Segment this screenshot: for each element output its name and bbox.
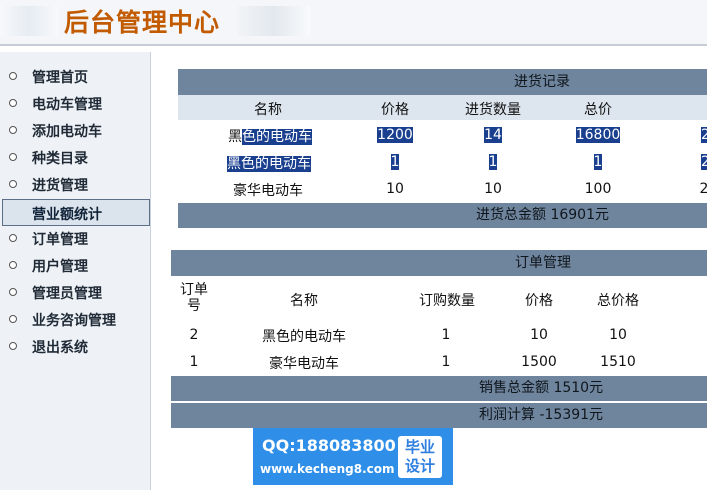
cell-name: 豪华电动车 bbox=[233, 183, 303, 199]
bullet-icon bbox=[9, 180, 17, 188]
cell-total: 1510 bbox=[600, 354, 636, 370]
sidebar-item-admins[interactable]: 管理员管理 bbox=[0, 279, 151, 306]
cell-total: 1 bbox=[593, 154, 603, 170]
sidebar-item-label: 添加电动车 bbox=[32, 124, 102, 140]
purchase-total-text: 进货总金额 16901元 bbox=[476, 207, 609, 223]
cell-order-id: 2 bbox=[189, 327, 199, 343]
bullet-icon bbox=[9, 72, 17, 80]
col-header-order-id: 订单号 bbox=[180, 282, 208, 314]
col-header-name: 名称 bbox=[254, 102, 282, 118]
page-title: 后台管理中心 bbox=[64, 8, 221, 37]
sales-total: 销售总金额 1510元 bbox=[171, 376, 707, 401]
cell-total: 16800 bbox=[575, 127, 621, 143]
sidebar-item-orders[interactable]: 订单管理 bbox=[0, 225, 151, 252]
sidebar-item-users[interactable]: 用户管理 bbox=[0, 252, 151, 279]
cell-price: 1 bbox=[390, 154, 400, 170]
sidebar-item-label: 种类目录 bbox=[32, 151, 88, 167]
sidebar-item-add-ev[interactable]: 添加电动车 bbox=[0, 117, 151, 144]
bullet-icon bbox=[9, 315, 17, 323]
sidebar-item-purchase[interactable]: 进货管理 bbox=[0, 171, 151, 198]
watermark-url: www.kecheng8.com bbox=[260, 462, 395, 476]
sidebar-item-label: 管理员管理 bbox=[32, 286, 102, 302]
bullet-icon bbox=[9, 153, 17, 161]
header-logo-area bbox=[0, 6, 58, 36]
col-header-price: 价格 bbox=[381, 102, 409, 118]
col-header-total: 总价 bbox=[584, 102, 612, 118]
cell-price: 10 bbox=[386, 181, 404, 197]
cell-qty: 14 bbox=[484, 127, 502, 143]
bullet-icon bbox=[9, 126, 17, 134]
col-header-qty: 订购数量 bbox=[419, 293, 475, 309]
cell-price: 1500 bbox=[521, 354, 557, 370]
watermark-badge-line1: 毕业 bbox=[404, 438, 435, 456]
col-header-total: 总价格 bbox=[597, 293, 639, 309]
cell-extra: 2 bbox=[701, 154, 707, 170]
col-header-price: 价格 bbox=[525, 293, 553, 309]
bullet-icon bbox=[9, 342, 17, 350]
app-header: 后台管理中心 bbox=[0, 0, 707, 46]
bullet-icon bbox=[9, 99, 17, 107]
table-row: 黑色的电动车 bbox=[228, 129, 312, 145]
sidebar-item-revenue-stats[interactable]: 营业额统计 bbox=[2, 199, 150, 226]
orders-title-text: 订单管理 bbox=[515, 255, 571, 271]
watermark-qq: QQ:188083800 bbox=[262, 436, 396, 455]
sidebar-item-categories[interactable]: 种类目录 bbox=[0, 144, 151, 171]
watermark-badge-line2: 设计 bbox=[404, 457, 435, 475]
sidebar-item-label: 管理首页 bbox=[32, 70, 88, 86]
sidebar-item-consulting[interactable]: 业务咨询管理 bbox=[0, 306, 151, 333]
sidebar-item-home[interactable]: 管理首页 bbox=[0, 63, 151, 90]
cell-qty: 10 bbox=[484, 181, 502, 197]
cell-qty: 1 bbox=[441, 327, 451, 343]
cell-name: 黑色的电动车 bbox=[262, 329, 346, 345]
sidebar-item-label: 订单管理 bbox=[32, 232, 88, 248]
sidebar-item-logout[interactable]: 退出系统 bbox=[0, 333, 151, 360]
cell-name: 豪华电动车 bbox=[269, 356, 339, 372]
col-header-qty: 进货数量 bbox=[465, 102, 521, 118]
orders-title: 订单管理 bbox=[171, 250, 707, 276]
bullet-icon bbox=[9, 288, 17, 296]
cell-price: 10 bbox=[530, 327, 548, 343]
purchase-title: 进货记录 bbox=[178, 69, 707, 95]
sidebar-item-label: 用户管理 bbox=[32, 259, 88, 275]
profit-total: 利润计算 -15391元 bbox=[171, 403, 707, 428]
cell-name-selected: 色的电动车 bbox=[242, 129, 312, 145]
sidebar-item-label: 进货管理 bbox=[32, 178, 88, 194]
cell-total: 100 bbox=[584, 181, 612, 197]
cell-extra: 2 bbox=[699, 181, 707, 197]
sidebar-item-label: 退出系统 bbox=[32, 340, 88, 356]
table-row: 黑色的电动车 bbox=[227, 156, 311, 172]
cell-qty: 1 bbox=[488, 154, 498, 170]
profit-total-text: 利润计算 -15391元 bbox=[479, 407, 604, 423]
sidebar-item-label: 电动车管理 bbox=[32, 97, 102, 113]
sidebar-item-label: 营业额统计 bbox=[32, 207, 102, 223]
watermark-banner: QQ:188083800 www.kecheng8.com 毕业 设计 bbox=[253, 428, 453, 485]
bullet-icon bbox=[9, 234, 17, 242]
cell-extra: 2 bbox=[701, 127, 707, 143]
watermark-badge: 毕业 设计 bbox=[398, 436, 442, 478]
sidebar: 管理首页 电动车管理 添加电动车 种类目录 进货管理 营业额统计 订单管理 用户… bbox=[0, 52, 151, 490]
purchase-title-text: 进货记录 bbox=[514, 74, 570, 90]
col-header-name: 名称 bbox=[290, 293, 318, 309]
sales-total-text: 销售总金额 1510元 bbox=[479, 380, 604, 396]
cell-price: 1200 bbox=[377, 127, 413, 143]
cell-total: 10 bbox=[609, 327, 627, 343]
sidebar-item-ev-manage[interactable]: 电动车管理 bbox=[0, 90, 151, 117]
bullet-icon bbox=[9, 261, 17, 269]
cell-qty: 1 bbox=[441, 354, 451, 370]
sidebar-item-label: 业务咨询管理 bbox=[32, 313, 116, 329]
cell-order-id: 1 bbox=[189, 354, 199, 370]
header-decoration bbox=[238, 6, 310, 36]
purchase-total: 进货总金额 16901元 bbox=[178, 203, 707, 228]
